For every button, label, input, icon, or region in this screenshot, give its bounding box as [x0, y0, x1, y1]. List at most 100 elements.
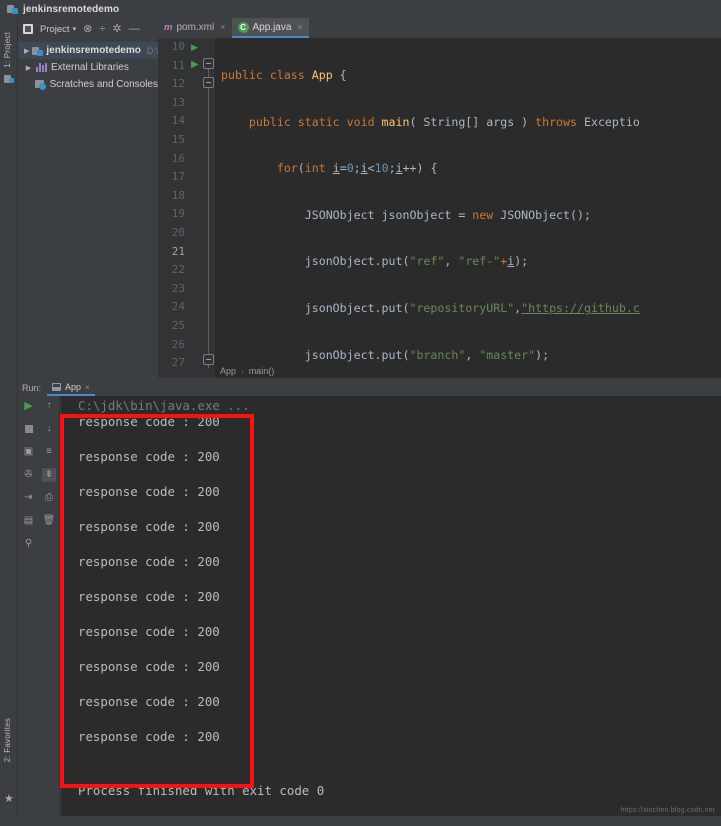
run-gutter-icon[interactable]: ▶	[191, 42, 198, 52]
editor-tab-label: App.java	[252, 21, 292, 33]
tree-item-label: External Libraries	[51, 62, 129, 73]
rerun-button[interactable]: ▶	[22, 399, 36, 413]
tree-item-label: jenkinsremotedemo	[46, 45, 141, 56]
screenshot-button[interactable]: ▣	[22, 445, 36, 459]
project-view-icon	[23, 24, 33, 34]
code-line: jsonObject.put("repositoryURL","https://…	[221, 300, 640, 315]
code-text[interactable]: public class App { public static void ma…	[215, 38, 721, 378]
clear-all-button[interactable]: 🗑	[42, 514, 56, 528]
breadcrumb[interactable]: App › main()	[215, 364, 274, 378]
code-line: jsonObject.put("ref", "ref-"+i);	[221, 254, 529, 269]
soft-wrap-button[interactable]: ≡	[42, 445, 56, 459]
window-title: jenkinsremotedemo	[23, 3, 120, 15]
expand-all-icon[interactable]: ÷	[99, 23, 105, 35]
project-module-icon	[7, 4, 18, 15]
console-line: response code : 200	[78, 449, 220, 464]
run-window-body: ▶ ▣ ✇ ⇥ ▤ ⚲ ↑ ↓ ≡ ⇟ ⎙ 🗑 C:\jdk\bin\java.…	[18, 396, 721, 826]
line-number: 18	[171, 188, 185, 202]
console-line: response code : 200	[78, 414, 220, 429]
editor-area: m pom.xml × C App.java × 10 11 12 13 14 …	[158, 18, 721, 378]
java-class-icon: C	[237, 21, 249, 33]
breadcrumb-item-class[interactable]: App	[220, 366, 236, 376]
module-icon	[32, 46, 44, 56]
line-number-column: 10 11 12 13 14 15 16 17 18 19 20 21 22 2…	[158, 38, 188, 373]
line-number: 24	[171, 300, 185, 314]
editor-tab-bar: m pom.xml × C App.java ×	[158, 18, 721, 38]
stripe-button-project[interactable]: 1: Project	[3, 32, 12, 68]
intellij-idea-window: jenkinsremotedemo 1: Project 2: Favorite…	[0, 0, 721, 826]
stop-button[interactable]	[22, 422, 36, 436]
code-line: JSONObject jsonObject = new JSONObject()…	[221, 207, 591, 222]
editor-tab-pom-xml[interactable]: m pom.xml ×	[158, 18, 232, 38]
save-button[interactable]: ▤	[22, 514, 36, 528]
console-output[interactable]: C:\jdk\bin\java.exe ... response code : …	[61, 396, 721, 826]
project-tool-window: Project ▾ ⊗ ÷ ✲ — ▶ jenkinsremotedemo D:…	[18, 18, 163, 378]
left-tool-stripe: 1: Project 2: Favorites ★ •	[0, 18, 18, 826]
line-number: 12	[171, 77, 185, 91]
tree-item-label: Scratches and Consoles	[49, 79, 158, 90]
window-title-bar: jenkinsremotedemo	[0, 0, 721, 18]
close-icon[interactable]: ×	[297, 22, 302, 32]
line-number: 25	[171, 318, 185, 332]
coverage-button[interactable]: ✇	[22, 468, 36, 482]
hide-icon[interactable]: —	[129, 23, 140, 35]
collapse-all-icon[interactable]: ⊗	[83, 23, 92, 35]
code-line: public class App {	[221, 68, 347, 82]
line-number: 11	[171, 58, 185, 72]
run-window-label: Run:	[22, 383, 42, 393]
watermark: https://xinchen.blog.csdn.net	[620, 807, 715, 814]
tree-item-external-libraries[interactable]: ▶ External Libraries	[18, 59, 158, 76]
editor-tab-app-java[interactable]: C App.java ×	[231, 18, 309, 38]
line-number: 17	[171, 170, 185, 184]
status-bar	[0, 816, 721, 826]
console-line-command: C:\jdk\bin\java.exe ...	[78, 398, 250, 413]
fold-marker[interactable]	[203, 58, 214, 69]
line-number-current: 21	[171, 244, 185, 258]
breadcrumb-item-method[interactable]: main()	[249, 366, 275, 376]
up-stack-button[interactable]: ↑	[42, 399, 56, 413]
project-tree: ▶ jenkinsremotedemo D:\g ▶ External Libr…	[18, 40, 163, 93]
chevron-right-icon[interactable]: ▶	[24, 64, 33, 72]
breadcrumb-separator: ›	[241, 366, 244, 376]
scroll-to-end-button[interactable]: ⇟	[42, 468, 56, 482]
code-line: public static void main( String[] args )…	[248, 114, 640, 129]
line-number: 16	[171, 151, 185, 165]
chevron-down-icon[interactable]: ▾	[73, 25, 77, 33]
down-stack-button[interactable]: ↓	[42, 422, 56, 436]
fold-column[interactable]	[202, 38, 215, 378]
line-number: 20	[171, 225, 185, 239]
editor-tab-label: pom.xml	[176, 21, 215, 33]
chevron-right-icon[interactable]: ▶	[24, 47, 29, 55]
console-line: response code : 200	[78, 659, 220, 674]
tree-item-scratches-and-consoles[interactable]: Scratches and Consoles	[18, 76, 158, 93]
line-number: 14	[171, 114, 185, 128]
library-icon	[36, 63, 48, 72]
console-line: response code : 200	[78, 484, 220, 499]
close-icon[interactable]: ×	[85, 383, 90, 392]
stripe-button-favorites[interactable]: 2: Favorites	[3, 718, 12, 762]
gear-icon[interactable]: ✲	[112, 23, 121, 35]
run-tab-app[interactable]: App ×	[47, 380, 95, 396]
dump-threads-button[interactable]: ⇥	[22, 491, 36, 505]
pin-tab-button[interactable]: ⚲	[22, 537, 36, 551]
project-pane-toolbar: Project ▾ ⊗ ÷ ✲ —	[18, 18, 158, 40]
editor-gutter[interactable]: 10 11 12 13 14 15 16 17 18 19 20 21 22 2…	[158, 38, 215, 378]
tree-item-jenkinsremotedemo[interactable]: ▶ jenkinsremotedemo D:\g	[18, 42, 163, 59]
print-button[interactable]: ⎙	[42, 491, 56, 505]
close-icon[interactable]: ×	[220, 22, 225, 32]
line-number: 22	[171, 263, 185, 277]
run-gutter-icon[interactable]: ▶	[191, 60, 199, 70]
line-number: 19	[171, 207, 185, 221]
fold-marker[interactable]	[203, 354, 214, 365]
code-editor[interactable]: 10 11 12 13 14 15 16 17 18 19 20 21 22 2…	[158, 38, 721, 378]
line-number: 13	[171, 95, 185, 109]
fold-marker[interactable]	[203, 77, 214, 88]
line-number: 15	[171, 132, 185, 146]
line-number: 23	[171, 281, 185, 295]
project-view-label[interactable]: Project	[40, 24, 70, 35]
console-line: response code : 200	[78, 729, 220, 744]
run-toolbar-primary: ▶ ▣ ✇ ⇥ ▤ ⚲	[18, 396, 39, 826]
console-line: response code : 200	[78, 519, 220, 534]
run-tab-label: App	[65, 382, 82, 392]
code-line: jsonObject.put("branch", "master");	[221, 347, 550, 362]
